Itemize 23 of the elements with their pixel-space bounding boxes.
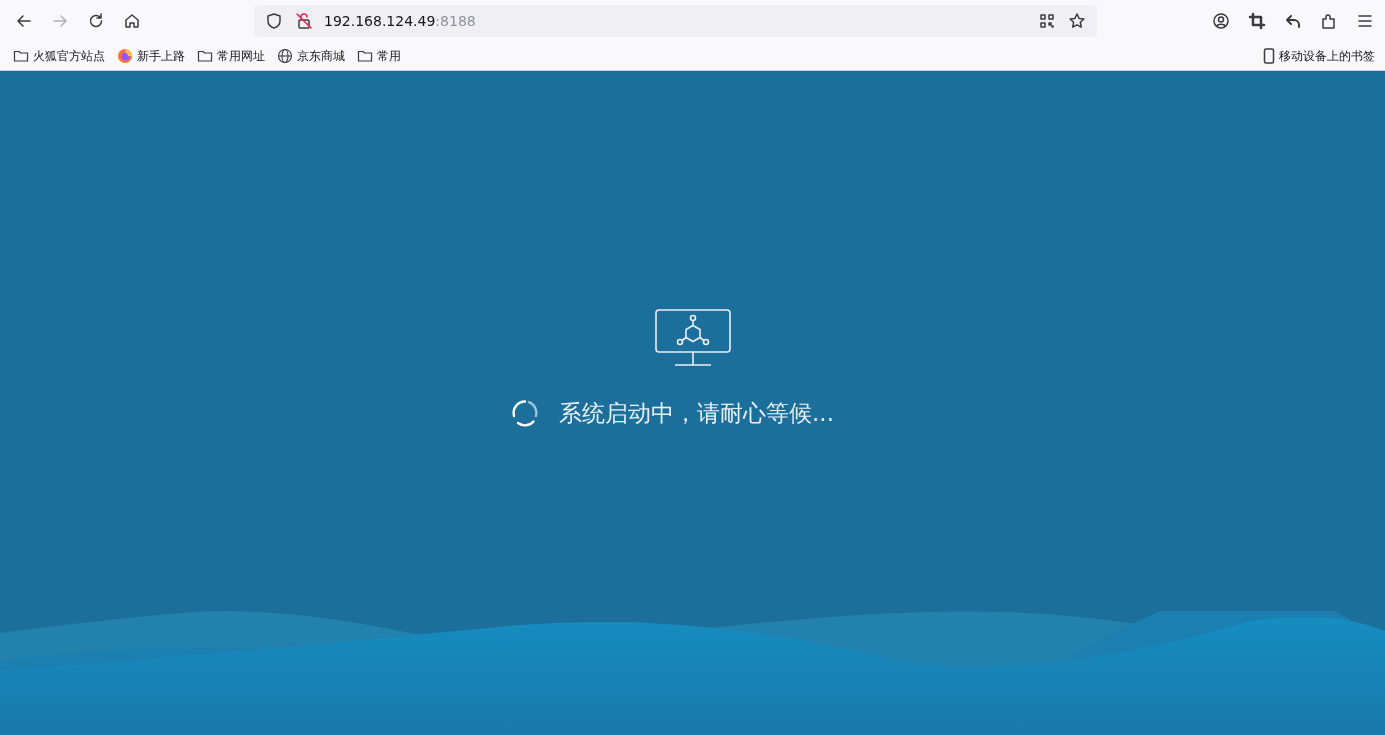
lock-icon[interactable] <box>294 11 314 31</box>
mobile-bookmarks-link[interactable]: 移动设备上的书签 <box>1263 47 1375 65</box>
loading-message: 系统启动中，请耐心等候... <box>559 398 834 428</box>
bookmark-item[interactable]: 新手上路 <box>117 47 185 65</box>
globe-icon <box>277 48 293 64</box>
star-icon[interactable] <box>1067 11 1087 31</box>
qr-code-icon[interactable] <box>1037 11 1057 31</box>
firefox-logo-icon <box>117 48 133 64</box>
folder-icon <box>13 48 29 64</box>
monitor-network-icon <box>654 309 731 367</box>
shield-icon[interactable] <box>264 11 284 31</box>
address-bar[interactable]: 192.168.124.49:8188 <box>254 5 1097 37</box>
bookmark-item[interactable]: 常用网址 <box>197 47 265 65</box>
phone-icon <box>1263 48 1275 64</box>
url-text: 192.168.124.49:8188 <box>324 13 477 29</box>
bookmark-item[interactable]: 火狐官方站点 <box>13 47 105 65</box>
account-icon[interactable] <box>1211 11 1231 31</box>
folder-icon <box>357 48 373 64</box>
crop-icon[interactable] <box>1247 11 1267 31</box>
bookmark-item[interactable]: 京东商城 <box>277 47 345 65</box>
home-icon[interactable] <box>122 11 142 31</box>
folder-icon <box>197 48 213 64</box>
bookmark-item[interactable]: 常用 <box>357 47 401 65</box>
